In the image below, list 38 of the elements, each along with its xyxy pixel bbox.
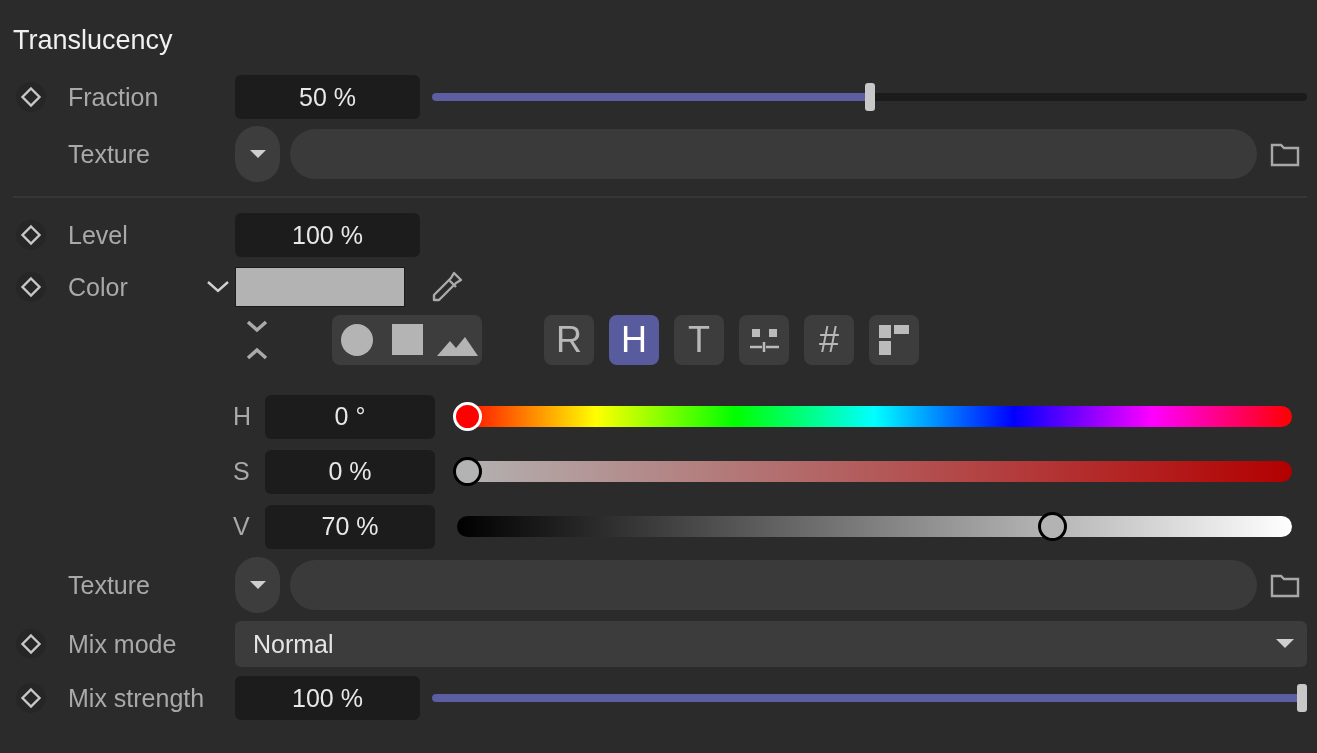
- mode-button[interactable]: #: [804, 315, 854, 365]
- field-label: Texture: [68, 139, 151, 169]
- field-label: Mix strength: [68, 683, 206, 713]
- slider-knob[interactable]: [453, 457, 482, 486]
- color-swatch[interactable]: [235, 267, 405, 307]
- mode-button[interactable]: R: [544, 315, 594, 365]
- texture-menu-button[interactable]: [235, 126, 280, 182]
- channel-label: S: [233, 457, 251, 486]
- number-field[interactable]: 70 %: [265, 504, 435, 549]
- number-field[interactable]: 100 %: [235, 213, 420, 257]
- mode-button[interactable]: T: [674, 315, 724, 365]
- number-field[interactable]: 100 %: [235, 676, 420, 720]
- number-field[interactable]: 0 °: [265, 394, 435, 439]
- picker-shape-group[interactable]: [332, 315, 482, 365]
- slider[interactable]: [432, 684, 1307, 712]
- caret-icon: [1275, 638, 1295, 650]
- mode-button[interactable]: [739, 315, 789, 365]
- chevron-icon[interactable]: [206, 280, 230, 294]
- slider[interactable]: [432, 83, 1307, 111]
- mode-button[interactable]: H: [609, 315, 659, 365]
- gradient-slider[interactable]: [457, 512, 1292, 541]
- number-field[interactable]: 0 %: [265, 449, 435, 494]
- mode-button[interactable]: [869, 315, 919, 365]
- field-label: Level: [68, 220, 129, 250]
- texture-menu-button[interactable]: [235, 557, 280, 613]
- collapse-icon[interactable]: [245, 318, 269, 362]
- field-label: Texture: [68, 570, 151, 600]
- channel-label: V: [233, 512, 251, 541]
- slider-handle[interactable]: [1297, 684, 1307, 712]
- field-label: Fraction: [68, 82, 160, 112]
- slider-knob[interactable]: [1037, 512, 1067, 541]
- number-field[interactable]: 50 %: [235, 75, 420, 119]
- mix-mode-dropdown[interactable]: Normal: [235, 621, 1307, 667]
- field-label: Mix mode: [68, 629, 178, 659]
- section-title: Translucency: [13, 24, 174, 57]
- slider-handle[interactable]: [864, 83, 875, 111]
- field-label: Color: [68, 272, 129, 302]
- channel-label: H: [233, 402, 253, 431]
